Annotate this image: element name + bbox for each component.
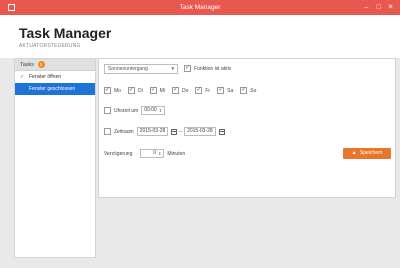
active-checkbox[interactable] [184, 64, 191, 72]
day-label: Di [137, 87, 143, 94]
save-button[interactable]: ▲ Speichern [343, 148, 391, 159]
check-icon: ✓ [20, 74, 25, 80]
date-to-value: 2015-03-28 [187, 128, 213, 134]
day-checkbox-mi[interactable] [149, 86, 157, 94]
stepper-icon[interactable]: ⇕ [158, 150, 161, 157]
app-subtitle: AKTUATORSTEUERUNG [19, 43, 81, 49]
range-label: Zeitraum [114, 128, 134, 135]
sidebar-header: Tasks 2 [15, 59, 95, 71]
delay-label: Verzögerung [104, 150, 133, 157]
weekday-row: Mo Di Mi Do Fr Sa So [104, 85, 263, 96]
task-editor: Sonnenuntergang ▾ Funktion ist aktiv Mo … [98, 58, 396, 198]
range-separator: – [179, 128, 183, 135]
sidebar-title: Tasks [20, 62, 35, 68]
active-label: Funktion ist aktiv [194, 65, 232, 72]
date-to-input[interactable]: 2015-03-28 [184, 127, 216, 136]
time-checkbox[interactable] [104, 107, 111, 114]
app-name: Task Manager [19, 25, 112, 41]
day-label: Sa [227, 87, 234, 94]
day-checkbox-so[interactable] [240, 86, 248, 94]
close-button[interactable]: ✕ [386, 2, 395, 13]
calendar-icon[interactable] [171, 128, 178, 135]
day-checkbox-sa[interactable] [217, 86, 225, 94]
delay-row: Verzögerung 0 ⇕ Minuten [104, 148, 185, 159]
sidebar-item-open-window[interactable]: ✓ Fenster öffnen [15, 71, 95, 83]
content-area: Tasks 2 ✓ Fenster öffnen Fenster geschlo… [0, 58, 400, 268]
save-button-label: Speichern [359, 150, 383, 156]
trigger-select-value: Sonnenuntergang [108, 65, 148, 72]
task-count-badge: 2 [37, 61, 45, 69]
minimize-button[interactable]: – [362, 2, 371, 13]
day-checkbox-do[interactable] [171, 86, 179, 94]
day-label: Mo [114, 87, 121, 94]
save-icon: ▲ [351, 150, 357, 156]
time-row: Uhrzeit um 00:00 ⇕ [104, 105, 166, 116]
app-header: Task Manager AKTUATORSTEUERUNG [0, 15, 400, 58]
delay-value: 0 [153, 150, 156, 156]
chevron-down-icon: ▾ [171, 65, 174, 72]
time-input[interactable]: 00:00 ⇕ [141, 106, 166, 115]
time-label: Uhrzeit um [114, 107, 139, 114]
day-label: Fr [205, 87, 211, 94]
day-checkbox-mo[interactable] [104, 86, 111, 94]
range-checkbox[interactable] [104, 128, 111, 135]
stepper-icon[interactable]: ⇕ [159, 107, 162, 114]
sidebar-item-close-window[interactable]: Fenster geschlossen [15, 83, 95, 95]
time-value: 00:00 [144, 107, 157, 113]
trigger-row: Sonnenuntergang ▾ Funktion ist aktiv [104, 63, 231, 74]
maximize-button[interactable]: □ [374, 2, 383, 13]
delay-unit: Minuten [167, 150, 186, 157]
day-label: So [250, 87, 257, 94]
sidebar-item-label: Fenster öffnen [29, 74, 62, 80]
date-range-row: Zeitraum 2015-03-28 – 2015-03-28 [104, 126, 225, 137]
date-from-value: 2015-03-28 [139, 128, 166, 134]
task-sidebar: Tasks 2 ✓ Fenster öffnen Fenster geschlo… [14, 58, 96, 258]
delay-input[interactable]: 0 ⇕ [140, 149, 165, 158]
calendar-icon[interactable] [218, 128, 225, 135]
day-checkbox-di[interactable] [127, 86, 135, 94]
window-titlebar: Task Manager – □ ✕ [0, 0, 400, 15]
window-title: Task Manager [179, 4, 221, 11]
day-label: Mi [159, 87, 165, 94]
sidebar-item-label: Fenster geschlossen [29, 86, 76, 92]
trigger-select[interactable]: Sonnenuntergang ▾ [104, 63, 178, 74]
date-from-input[interactable]: 2015-03-28 [136, 127, 169, 136]
day-checkbox-fr[interactable] [195, 86, 203, 94]
day-label: Do [181, 87, 189, 94]
